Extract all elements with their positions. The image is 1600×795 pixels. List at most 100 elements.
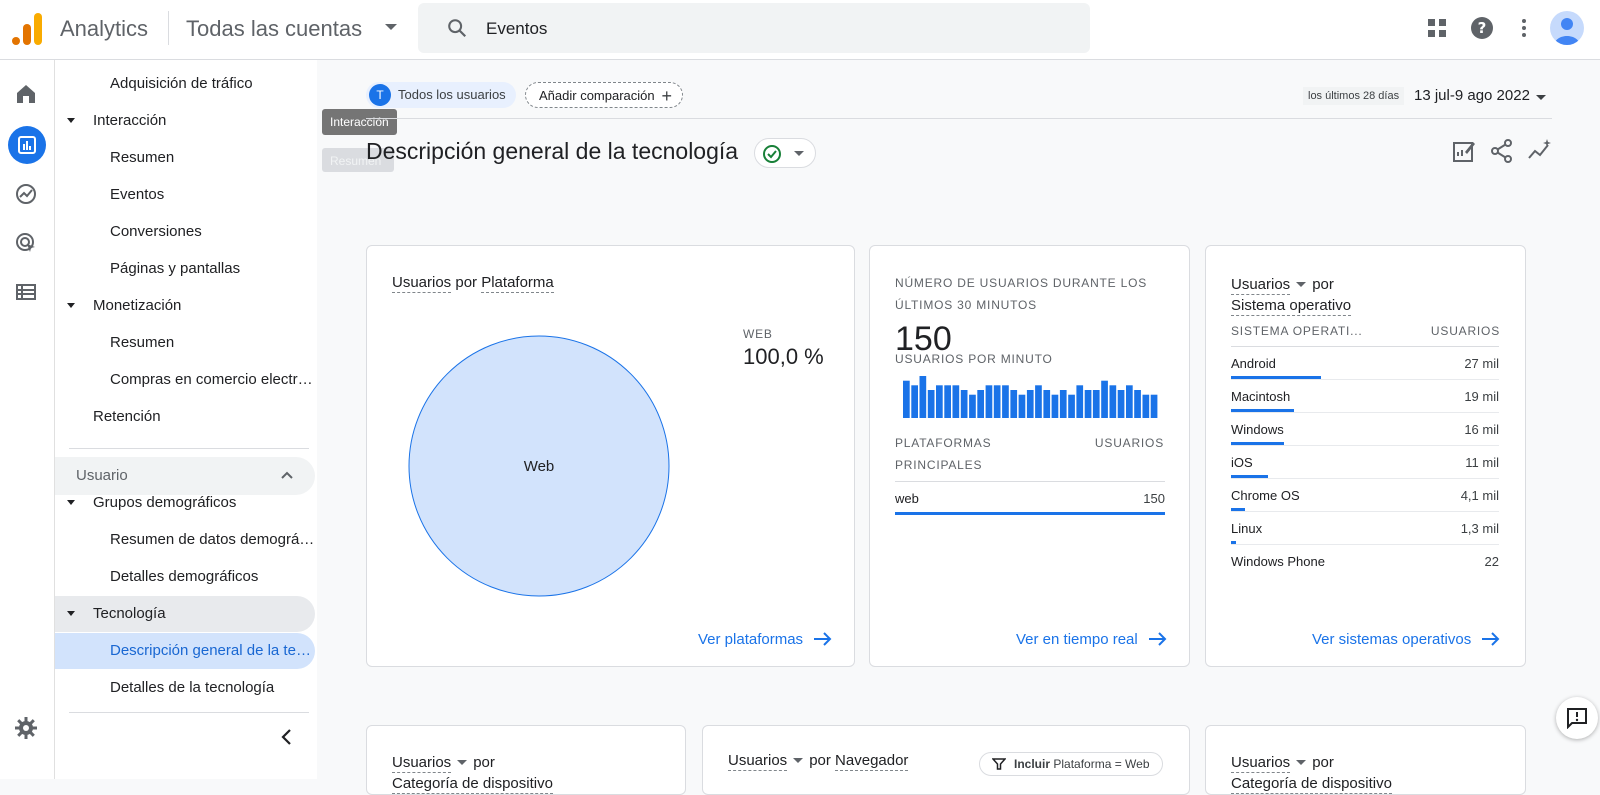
- minute-bar[interactable]: [944, 385, 951, 418]
- minute-bar[interactable]: [1010, 390, 1018, 418]
- date-range-picker[interactable]: 13 jul-9 ago 2022: [1414, 87, 1530, 104]
- minute-bar[interactable]: [969, 394, 976, 418]
- minute-bar[interactable]: [1035, 385, 1042, 418]
- table-row[interactable]: Chrome OS 4,1 mil: [1231, 479, 1499, 512]
- nav-pages-screens[interactable]: Páginas y pantallas: [55, 251, 315, 287]
- minute-bar[interactable]: [993, 385, 1001, 418]
- settings-gear-icon[interactable]: [14, 716, 38, 740]
- view-platforms-link[interactable]: Ver plataformas: [698, 631, 833, 648]
- metric-label[interactable]: Usuarios: [1231, 276, 1291, 295]
- table-row[interactable]: Windows 16 mil: [1231, 413, 1499, 446]
- minute-bar[interactable]: [1142, 394, 1150, 418]
- dimension-label[interactable]: Plataforma: [481, 274, 554, 293]
- table-row[interactable]: Android 27 mil: [1231, 347, 1499, 380]
- customize-report-icon[interactable]: [1451, 138, 1477, 164]
- report-status-button[interactable]: [754, 138, 816, 168]
- minute-bar[interactable]: [952, 385, 960, 418]
- minute-bar[interactable]: [911, 385, 918, 418]
- nav-tech-details[interactable]: Detalles de la tecnología: [55, 670, 315, 706]
- minute-bar[interactable]: [1043, 390, 1051, 418]
- view-os-link[interactable]: Ver sistemas operativos: [1312, 631, 1501, 648]
- minute-bar[interactable]: [1101, 380, 1108, 418]
- minute-bar[interactable]: [903, 380, 910, 418]
- nav-monetization-overview[interactable]: Resumen: [55, 325, 315, 361]
- minute-bar[interactable]: [919, 376, 927, 418]
- metric-label[interactable]: Usuarios: [392, 274, 452, 293]
- reports-icon[interactable]: [15, 133, 39, 157]
- metric-label[interactable]: Usuarios: [1231, 754, 1291, 773]
- minute-bar[interactable]: [1134, 390, 1141, 418]
- minute-bar[interactable]: [1068, 394, 1075, 418]
- nav-demographics-overview[interactable]: Resumen de datos demográficos: [55, 522, 315, 558]
- account-selector[interactable]: Todas las cuentas: [186, 16, 362, 42]
- check-circle-icon: [763, 145, 781, 163]
- minute-bar[interactable]: [1126, 385, 1133, 418]
- nav-retention[interactable]: Retención: [55, 399, 315, 435]
- nav-events[interactable]: Eventos: [55, 177, 315, 213]
- table-row[interactable]: Linux 1,3 mil: [1231, 512, 1499, 545]
- apps-grid-icon[interactable]: [1425, 16, 1449, 40]
- minute-bar[interactable]: [1002, 385, 1009, 418]
- nav-conversions[interactable]: Conversiones: [55, 214, 315, 250]
- home-icon[interactable]: [14, 82, 38, 106]
- more-vert-icon[interactable]: [1512, 16, 1536, 40]
- share-icon[interactable]: [1489, 138, 1515, 164]
- segment-chip-all-users[interactable]: T Todos los usuarios: [366, 82, 516, 108]
- chevron-down-icon[interactable]: [385, 24, 397, 30]
- minute-bar[interactable]: [977, 390, 984, 418]
- insights-icon[interactable]: [1527, 138, 1553, 164]
- minute-bar[interactable]: [1026, 390, 1034, 418]
- minute-bar[interactable]: [1059, 390, 1067, 418]
- filter-chip[interactable]: Incluir Plataforma = Web: [979, 752, 1163, 776]
- nav-traffic-acquisition[interactable]: Adquisición de tráfico: [55, 66, 315, 102]
- caret-down-icon[interactable]: [1296, 759, 1307, 765]
- minute-bar[interactable]: [985, 385, 993, 418]
- nav-demographic-details[interactable]: Detalles demográficos: [55, 559, 315, 595]
- advertising-icon[interactable]: [14, 231, 38, 255]
- caret-down-icon[interactable]: [1536, 95, 1546, 100]
- dimension-label[interactable]: Sistema operativo: [1231, 297, 1352, 316]
- table-row[interactable]: iOS 11 mil: [1231, 446, 1499, 479]
- caret-down-icon[interactable]: [793, 757, 804, 763]
- nav-monetization[interactable]: Monetización: [55, 288, 315, 324]
- explore-icon[interactable]: [14, 182, 38, 206]
- minute-bar[interactable]: [960, 390, 968, 418]
- metric-label[interactable]: Usuarios: [728, 752, 788, 771]
- chevron-left-icon[interactable]: [277, 727, 297, 747]
- minute-bar[interactable]: [927, 390, 935, 418]
- dimension-label[interactable]: Navegador: [835, 752, 909, 771]
- nav-ecommerce-purchases[interactable]: Compras en comercio electrónico: [55, 362, 315, 398]
- minute-bar[interactable]: [1076, 385, 1084, 418]
- feedback-button[interactable]: [1556, 697, 1598, 739]
- add-comparison-button[interactable]: Añadir comparación +: [525, 82, 683, 108]
- table-row[interactable]: Macintosh 19 mil: [1231, 380, 1499, 413]
- view-realtime-link[interactable]: Ver en tiempo real: [1016, 631, 1168, 648]
- table-row[interactable]: web 150: [895, 482, 1165, 515]
- nav-demographics[interactable]: Grupos demográficos: [55, 485, 315, 521]
- minute-bar[interactable]: [1092, 390, 1100, 418]
- search-input[interactable]: Eventos: [486, 19, 547, 39]
- minute-bar[interactable]: [1018, 394, 1026, 418]
- caret-down-icon[interactable]: [457, 759, 468, 765]
- minute-bar[interactable]: [1150, 394, 1158, 418]
- nav-tech[interactable]: Tecnología: [55, 596, 315, 632]
- configure-list-icon[interactable]: [14, 280, 38, 304]
- analytics-logo-icon[interactable]: [12, 13, 42, 45]
- dimension-label[interactable]: Categoría de dispositivo: [392, 775, 553, 794]
- minute-bar[interactable]: [1051, 394, 1059, 418]
- nav-engagement[interactable]: Interacción: [55, 103, 315, 139]
- minute-bar[interactable]: [1117, 390, 1125, 418]
- help-icon[interactable]: ?: [1470, 16, 1494, 40]
- avatar[interactable]: [1550, 11, 1584, 45]
- caret-down-icon[interactable]: [1296, 281, 1307, 287]
- chevron-up-icon[interactable]: [280, 470, 294, 480]
- metric-label[interactable]: Usuarios: [392, 754, 452, 773]
- dimension-label[interactable]: Categoría de dispositivo: [1231, 775, 1392, 794]
- table-row[interactable]: Windows Phone 22: [1231, 545, 1499, 578]
- minute-bar[interactable]: [936, 385, 943, 418]
- nav-tech-overview[interactable]: Descripción general de la tecnología: [55, 633, 315, 669]
- search-box[interactable]: Eventos: [418, 3, 1090, 53]
- nav-engagement-overview[interactable]: Resumen: [55, 140, 315, 176]
- minute-bar[interactable]: [1109, 385, 1117, 418]
- minute-bar[interactable]: [1084, 390, 1092, 418]
